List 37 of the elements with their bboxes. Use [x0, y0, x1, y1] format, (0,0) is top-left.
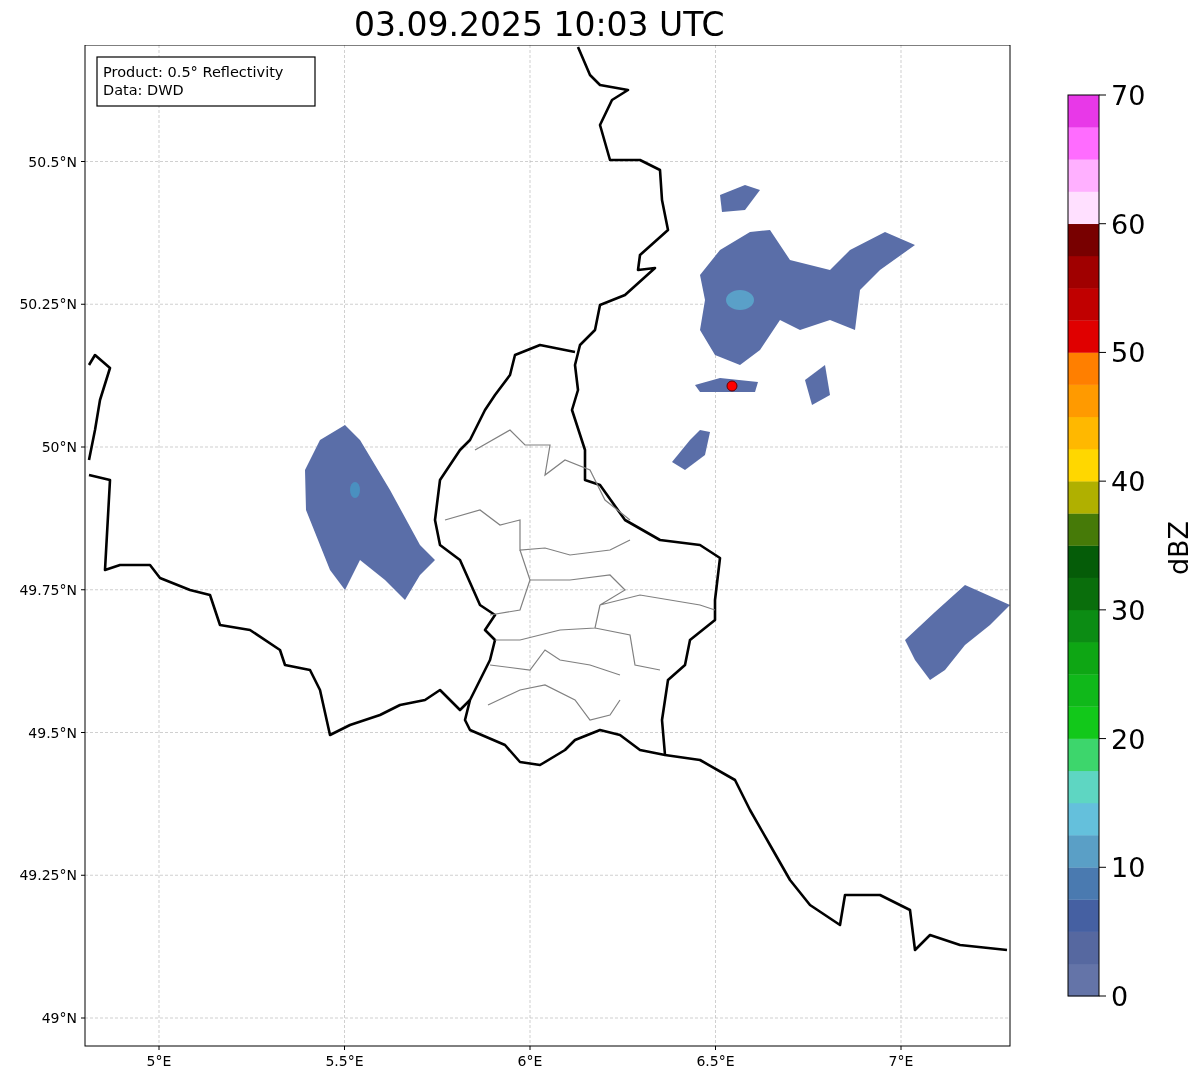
latitude-label: 50.25°N — [19, 296, 77, 313]
tick-mark — [344, 1045, 345, 1051]
latitude-label: 49.5°N — [28, 724, 77, 741]
tick-mark — [80, 732, 86, 733]
colorbar-tick-label: 30 — [1111, 594, 1146, 626]
colorbar-tick-label: 50 — [1111, 337, 1146, 369]
longitude-label: 6°E — [517, 1053, 543, 1069]
tick-mark — [80, 589, 86, 591]
colorbar-tick-label: 60 — [1111, 208, 1146, 240]
tick-mark — [900, 1045, 902, 1051]
colorbar-tick-label: 40 — [1111, 466, 1146, 498]
tick-mark — [80, 1017, 86, 1019]
legend-text: Data: DWD — [103, 82, 184, 98]
tick-mark — [80, 161, 86, 162]
latitude-label: 50°N — [41, 439, 77, 455]
tick-mark — [529, 1045, 531, 1051]
tick-mark — [80, 303, 86, 305]
tick-mark — [80, 874, 86, 876]
colorbar-tick-label: 70 — [1111, 80, 1146, 111]
latitude-label: 49°N — [41, 1010, 77, 1026]
tick-mark — [715, 1045, 716, 1051]
colorbar-tick-label: 10 — [1111, 852, 1146, 884]
colorbar-axis-label: dBZ — [1163, 520, 1194, 576]
latitude-label: 49.75°N — [19, 581, 77, 598]
longitude-label: 6.5°E — [696, 1053, 735, 1069]
longitude-label: 7°E — [888, 1053, 914, 1069]
tick-mark — [80, 446, 86, 448]
legend-text: Product: 0.5° Reflectivity — [103, 64, 284, 80]
latitude-label: 50.5°N — [28, 153, 77, 170]
colorbar-tick-label: 0 — [1111, 981, 1129, 1012]
longitude-label: 5.5°E — [325, 1053, 364, 1069]
longitude-label: 5°E — [146, 1053, 172, 1069]
colorbar-tick-label: 20 — [1111, 723, 1146, 755]
latitude-label: 49.25°N — [19, 867, 77, 884]
tick-mark — [158, 1045, 160, 1051]
chart-title: 03.09.2025 10:03 UTC — [354, 5, 725, 45]
radar-site-marker — [726, 380, 738, 392]
